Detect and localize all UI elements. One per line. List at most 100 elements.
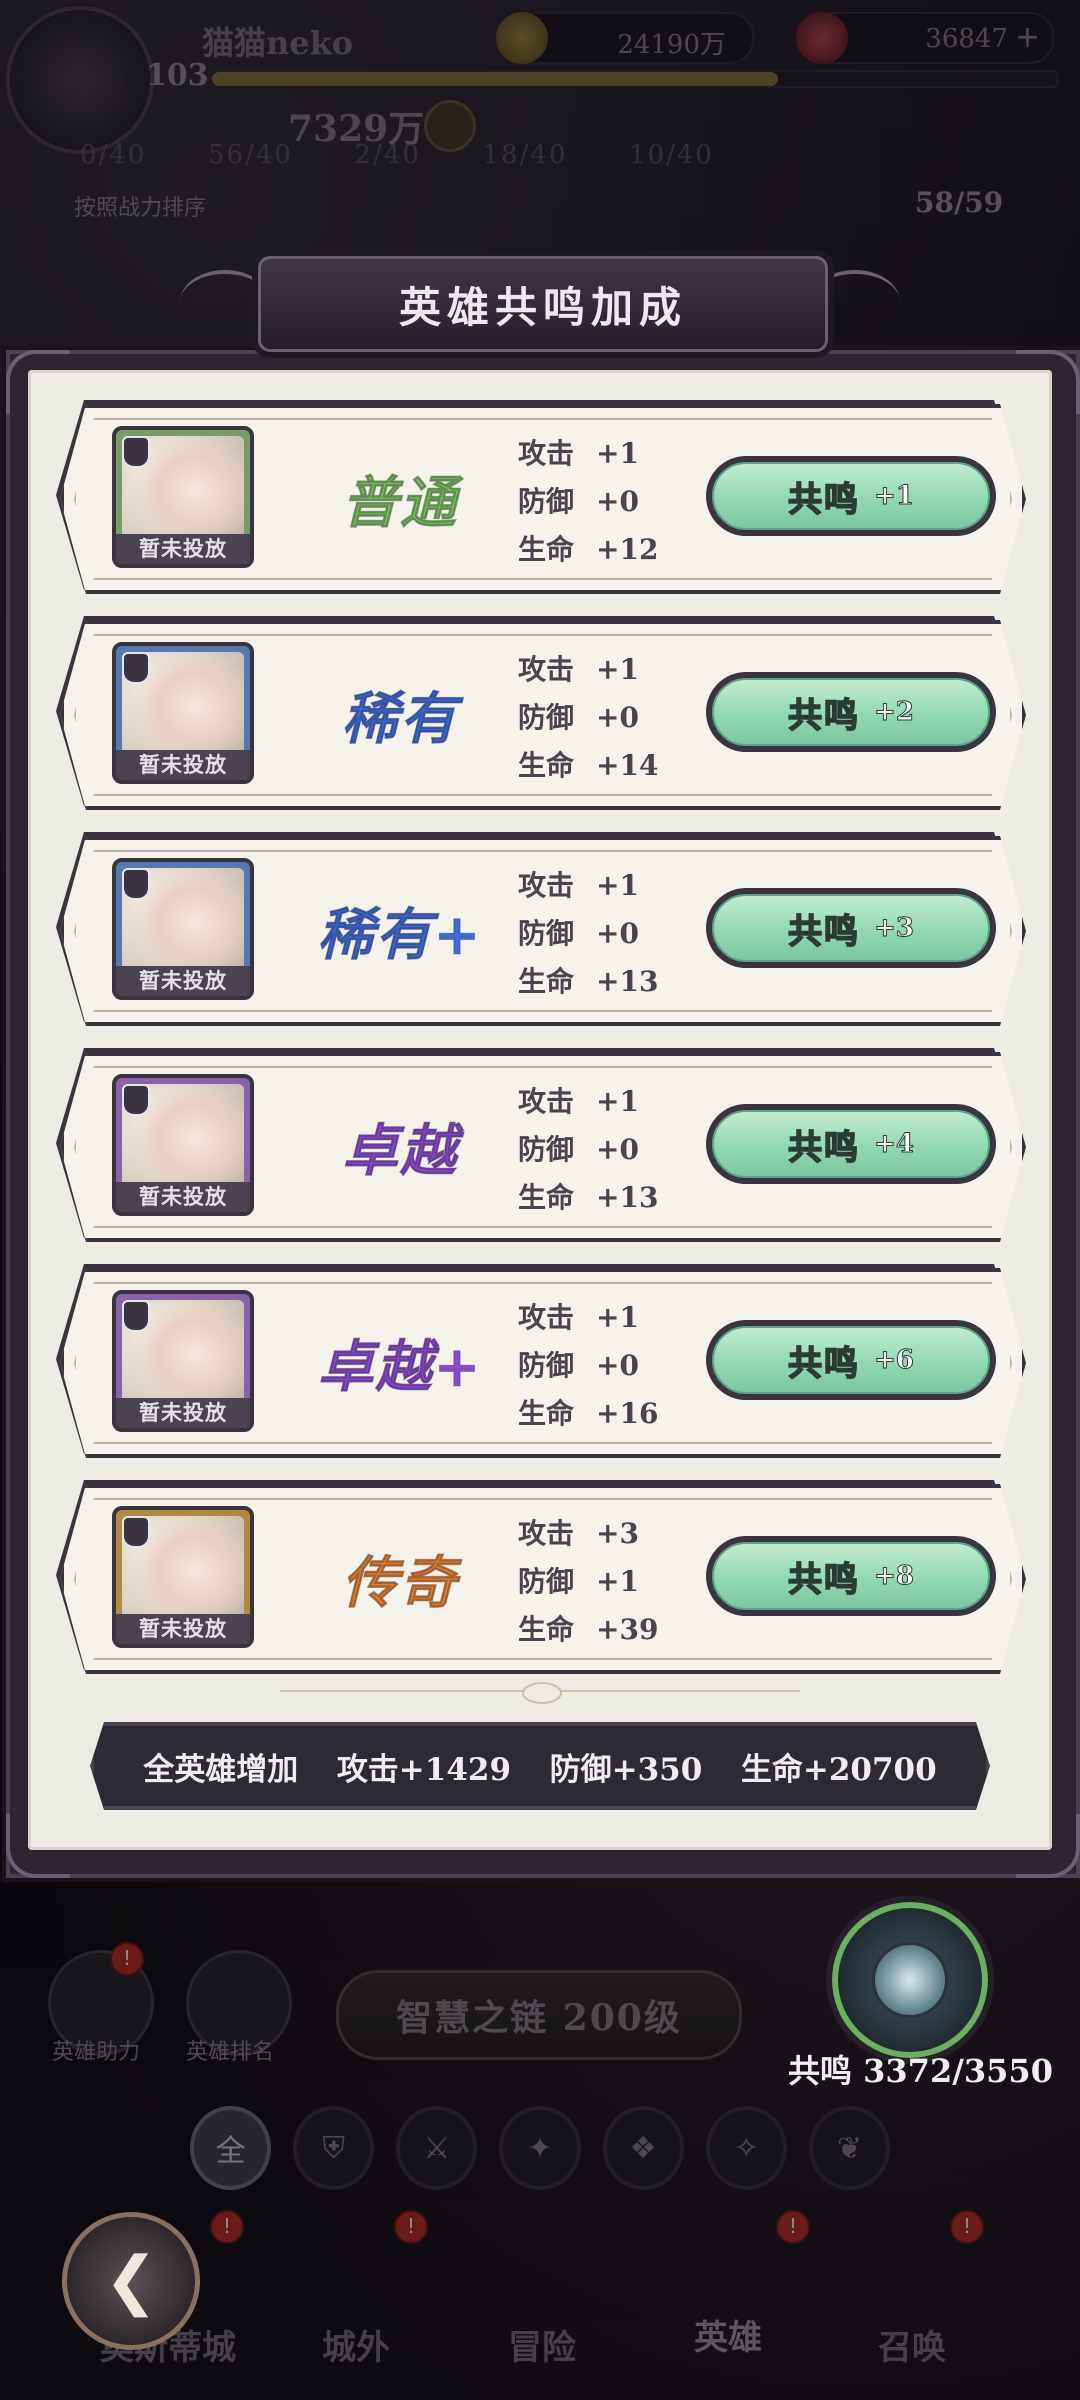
resonance-button[interactable]: 共鸣 +4 (706, 1104, 996, 1184)
hero-portrait[interactable]: 暂未投放 (112, 858, 254, 1000)
stat-value: +1 (596, 1301, 639, 1334)
stat-line: 生命 +14 (518, 744, 658, 784)
resonance-button-label: 共鸣 (787, 695, 861, 737)
tier-name: 传奇 (342, 1550, 458, 1617)
total-hp: 生命+20700 (740, 1751, 937, 1788)
stat-line: 攻击 +1 (518, 432, 639, 472)
stat-label: 防御 (518, 1349, 575, 1382)
stat-label: 防御 (518, 1565, 575, 1598)
resonance-button-face[interactable]: 共鸣 +1 (712, 462, 990, 530)
stat-label: 防御 (518, 701, 575, 734)
tier-name: 稀有+ (317, 902, 483, 969)
stat-value: +12 (596, 533, 659, 566)
stat-line: 攻击 +1 (518, 1296, 639, 1336)
resonance-button-face[interactable]: 共鸣 +8 (712, 1542, 990, 1610)
resonance-button-value: +2 (874, 697, 915, 728)
stat-line: 防御 +0 (518, 1344, 639, 1384)
resonance-progress: 共鸣 3372/3550 (788, 2052, 1053, 2090)
stat-line: 防御 +0 (518, 1128, 639, 1168)
resonance-button-value: +8 (874, 1561, 915, 1592)
stat-value: +1 (596, 653, 639, 686)
resonance-button-face[interactable]: 共鸣 +3 (712, 894, 990, 962)
stat-label: 生命 (518, 749, 575, 782)
shield-icon (122, 868, 150, 900)
hero-portrait[interactable]: 暂未投放 (112, 426, 254, 568)
resonance-button-label: 共鸣 (787, 479, 861, 521)
shield-icon (122, 1516, 150, 1548)
stat-value: +13 (596, 1181, 659, 1214)
hero-portrait[interactable]: 暂未投放 (112, 642, 254, 784)
stat-label: 防御 (518, 485, 575, 518)
shield-icon (122, 1084, 150, 1116)
stat-label: 生命 (518, 1397, 575, 1430)
stat-label: 攻击 (518, 437, 575, 470)
portrait-status: 暂未投放 (116, 1182, 250, 1212)
stat-value: +0 (596, 701, 639, 734)
hero-portrait[interactable]: 暂未投放 (112, 1074, 254, 1216)
stat-line: 攻击 +1 (518, 864, 639, 904)
stat-label: 防御 (518, 1133, 575, 1166)
total-defense: 防御+350 (549, 1751, 703, 1788)
stat-line: 防御 +0 (518, 480, 639, 520)
stat-value: +1 (596, 437, 639, 470)
resonance-button-label: 共鸣 (787, 1127, 861, 1169)
stat-value: +39 (596, 1613, 659, 1646)
resonance-button-label: 共鸣 (787, 1559, 861, 1601)
resonance-button-value: +4 (874, 1129, 915, 1160)
resonance-button-value: +6 (874, 1345, 915, 1376)
resonance-button-label: 共鸣 (787, 1343, 861, 1385)
resonance-button[interactable]: 共鸣 +8 (706, 1536, 996, 1616)
stat-value: +1 (596, 1085, 639, 1118)
stat-line: 防御 +1 (518, 1560, 639, 1600)
stat-value: +16 (596, 1397, 659, 1430)
stat-line: 生命 +12 (518, 528, 658, 568)
resonance-button[interactable]: 共鸣 +3 (706, 888, 996, 968)
stat-value: +14 (596, 749, 659, 782)
stat-value: +1 (596, 869, 639, 902)
stat-label: 生命 (518, 1181, 575, 1214)
total-bonus-bar: 全英雄增加 攻击+1429 防御+350 生命+20700 (90, 1722, 990, 1810)
stat-value: +0 (596, 485, 639, 518)
resonance-button[interactable]: 共鸣 +6 (706, 1320, 996, 1400)
hero-portrait[interactable]: 暂未投放 (112, 1290, 254, 1432)
tier-name: 普通 (342, 470, 458, 537)
stat-label: 攻击 (518, 653, 575, 686)
resonance-button-face[interactable]: 共鸣 +2 (712, 678, 990, 746)
total-attack: 攻击+1429 (336, 1751, 512, 1788)
resonance-button-face[interactable]: 共鸣 +6 (712, 1326, 990, 1394)
tier-name: 卓越+ (317, 1334, 483, 1401)
resonance-orb[interactable] (826, 1896, 994, 2064)
hero-portrait[interactable]: 暂未投放 (112, 1506, 254, 1648)
stat-line: 防御 +0 (518, 696, 639, 736)
resonance-button-face[interactable]: 共鸣 +4 (712, 1110, 990, 1178)
stat-line: 攻击 +1 (518, 1080, 639, 1120)
stat-line: 攻击 +1 (518, 648, 639, 688)
tier-name: 卓越 (342, 1118, 458, 1185)
stat-line: 攻击 +3 (518, 1512, 639, 1552)
resonance-button-label: 共鸣 (787, 911, 861, 953)
stat-line: 生命 +13 (518, 1176, 658, 1216)
back-arrow-icon[interactable]: ❮ (62, 2212, 200, 2350)
stat-label: 生命 (518, 533, 575, 566)
total-bonus-label: 全英雄增加 (143, 1751, 299, 1788)
stat-line: 生命 +16 (518, 1392, 658, 1432)
stat-label: 防御 (518, 917, 575, 950)
portrait-status: 暂未投放 (116, 1614, 250, 1644)
stat-label: 生命 (518, 1613, 575, 1646)
resonance-button-value: +1 (874, 481, 915, 512)
stat-label: 攻击 (518, 869, 575, 902)
portrait-status: 暂未投放 (116, 1398, 250, 1428)
title-ornament (180, 270, 270, 334)
resonance-core-icon (872, 1942, 948, 2018)
resonance-button[interactable]: 共鸣 +1 (706, 456, 996, 536)
shield-icon (122, 436, 150, 468)
portrait-status: 暂未投放 (116, 534, 250, 564)
stat-label: 攻击 (518, 1085, 575, 1118)
shield-icon (122, 1300, 150, 1332)
modal-title-plate: 英雄共鸣加成 (258, 256, 828, 352)
stat-value: +0 (596, 1349, 639, 1382)
stat-line: 生命 +39 (518, 1608, 658, 1648)
stat-value: +0 (596, 917, 639, 950)
resonance-button[interactable]: 共鸣 +2 (706, 672, 996, 752)
stat-line: 防御 +0 (518, 912, 639, 952)
